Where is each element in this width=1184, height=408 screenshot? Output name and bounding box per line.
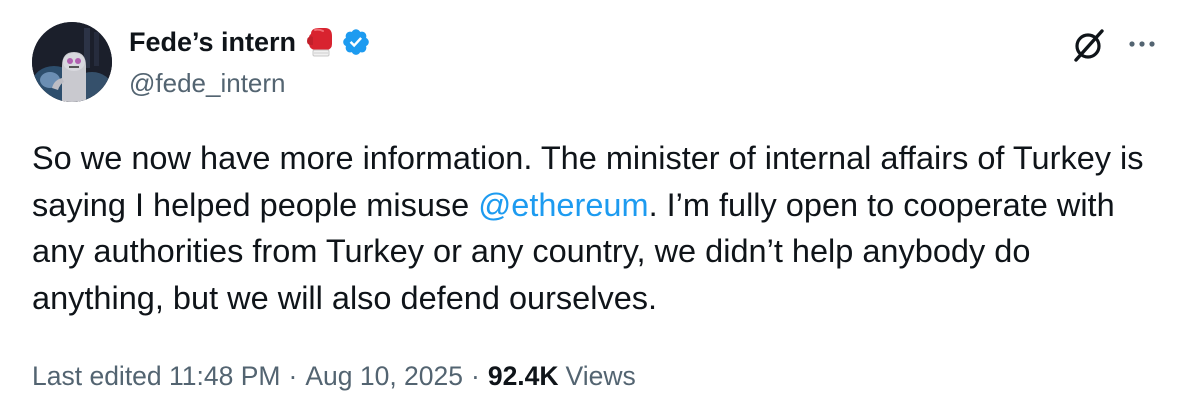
mention-link[interactable]: @ethereum <box>478 187 648 223</box>
edited-label: Last edited <box>32 361 162 391</box>
author-display-name[interactable]: Fede’s intern <box>129 24 296 60</box>
boxing-glove-icon <box>305 26 335 58</box>
verified-badge-icon[interactable] <box>341 27 371 57</box>
grok-icon[interactable] <box>1070 26 1108 64</box>
views-count: 92.4K <box>487 361 559 391</box>
avatar-image <box>32 22 112 102</box>
more-options-icon[interactable] <box>1124 26 1160 62</box>
avatar[interactable] <box>32 22 112 102</box>
author-name-row: Fede’s intern <box>129 24 371 60</box>
tweet-time: 11:48 PM <box>169 361 281 391</box>
separator: · <box>288 361 298 391</box>
edited-timestamp-link[interactable]: Last edited 11:48 PM · Aug 10, 2025 <box>32 358 463 394</box>
tweet-body: So we now have more information. The min… <box>32 135 1152 321</box>
separator: · <box>471 361 480 391</box>
tweet-meta: Last edited 11:48 PM · Aug 10, 2025 · 92.4… <box>32 358 636 394</box>
author-handle[interactable]: @fede_intern <box>129 66 286 100</box>
tweet-date: Aug 10, 2025 <box>305 361 463 391</box>
tweet-card: Fede’s intern @fede_intern So we now hav… <box>0 0 1184 408</box>
views-label: Views <box>565 361 636 391</box>
